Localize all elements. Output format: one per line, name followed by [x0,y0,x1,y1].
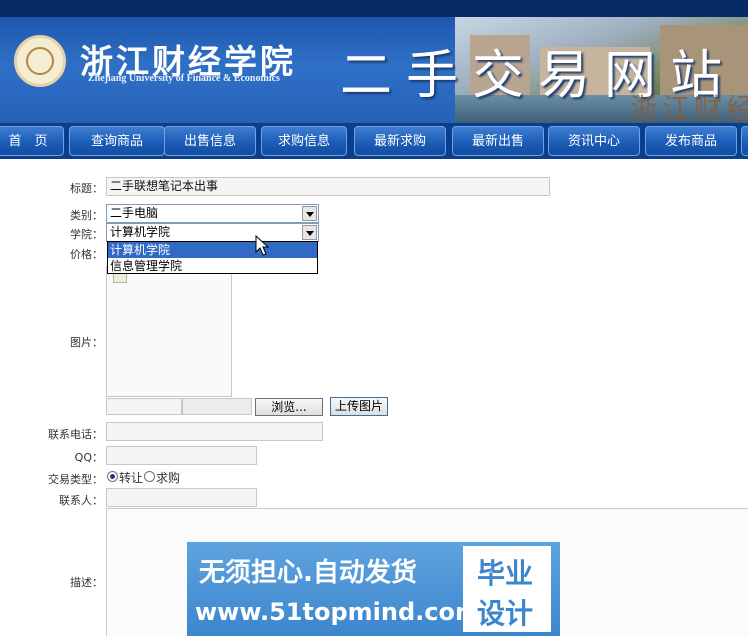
college-select[interactable]: 计算机学院 [106,223,319,242]
top-strip [0,0,748,17]
trade-wanted-radio[interactable] [144,471,155,482]
image-preview-box [106,266,232,397]
price-label: 价格： [70,248,103,261]
watermark-ad: 无须担心.自动发货 www.51topmind.com 毕业 设计 [187,542,560,636]
college-dropdown-list: 计算机学院 信息管理学院 [107,241,318,274]
chevron-down-icon[interactable] [302,225,317,240]
qq-label: QQ： [74,451,103,464]
trade-type-label: 交易类型： [48,473,103,486]
file-path-field[interactable] [182,398,252,415]
main-nav: 首 页 查询商品 出售信息 求购信息 最新求购 最新出售 资讯中心 发布商品 [0,123,748,159]
nav-latest-sale[interactable]: 最新出售 [452,126,544,156]
ad-badge: 毕业 设计 [463,546,551,632]
nav-more[interactable] [741,126,748,156]
image-label: 图片： [70,336,103,349]
file-path-input[interactable] [106,398,182,415]
college-option[interactable]: 信息管理学院 [108,258,317,274]
nav-search-goods[interactable]: 查询商品 [69,126,165,156]
phone-label: 联系电话： [48,428,103,441]
trade-transfer-radio[interactable] [107,471,118,482]
college-selected-value: 计算机学院 [110,225,171,239]
description-label: 描述： [70,576,103,589]
title-input[interactable]: 二手联想笔记本出事 [106,177,550,196]
mouse-cursor-icon [255,235,270,256]
upload-image-button[interactable]: 上传图片 [330,397,388,416]
contact-label: 联系人： [59,494,103,507]
nav-wanted-info[interactable]: 求购信息 [261,126,347,156]
site-banner: 浙江财经学院 Zhejiang University of Finance & … [0,17,748,123]
category-label: 类别： [70,209,103,222]
photo-watermark: 浙江财经 [630,92,748,123]
ad-url: www.51topmind.com [195,598,480,626]
category-select[interactable]: 二手电脑 [106,204,319,223]
school-seal-icon [14,35,66,87]
chevron-down-icon[interactable] [302,206,317,221]
title-label: 标题： [70,182,103,195]
contact-input[interactable] [106,488,257,507]
school-name-en: Zhejiang University of Finance & Economi… [88,73,280,84]
phone-input[interactable] [106,422,323,441]
category-selected-value: 二手电脑 [110,206,159,220]
college-option[interactable]: 计算机学院 [108,242,317,258]
ad-badge-line2: 设计 [477,597,534,630]
qq-input[interactable] [106,446,257,465]
nav-news-center[interactable]: 资讯中心 [548,126,640,156]
trade-wanted-label: 求购 [156,471,181,485]
nav-publish-goods[interactable]: 发布商品 [645,126,737,156]
nav-sale-info[interactable]: 出售信息 [164,126,256,156]
college-label: 学院： [70,228,103,241]
ad-slogan: 无须担心.自动发货 [199,558,417,588]
ad-badge-line1: 毕业 [477,557,534,590]
browse-button[interactable]: 浏览... [255,398,323,416]
nav-home[interactable]: 首 页 [0,126,64,156]
nav-latest-wanted[interactable]: 最新求购 [354,126,446,156]
trade-transfer-label: 转让 [119,471,144,485]
